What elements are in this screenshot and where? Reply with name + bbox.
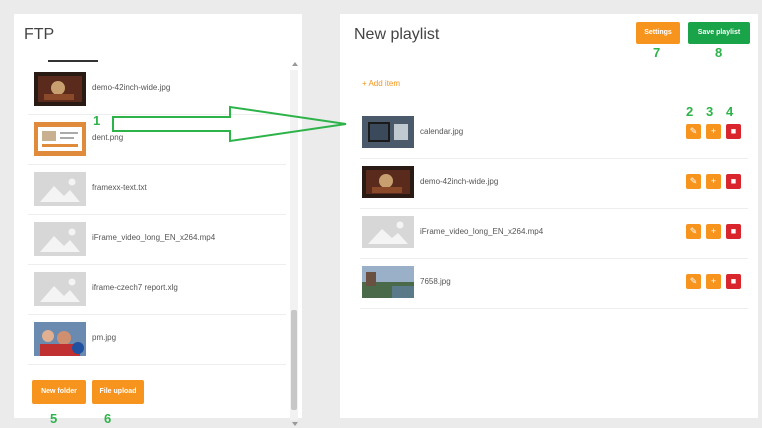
ftp-title: FTP	[24, 26, 55, 43]
ftp-file-item[interactable]: dent.png	[28, 114, 286, 165]
playlist-item-name: calendar.jpg	[420, 127, 464, 136]
playlist-item-thumbnail	[362, 266, 414, 298]
callout-8: 8	[715, 45, 723, 60]
ftp-file-item[interactable]: demo-42inch-wide.jpg	[28, 64, 286, 115]
file-name: framexx-text.txt	[92, 183, 147, 192]
file-placeholder-icon	[34, 172, 86, 206]
playlist-item-name: iFrame_video_long_EN_x264.mp4	[420, 227, 544, 236]
callout-1: 1	[93, 113, 101, 128]
ftp-file-item[interactable]: pm.jpg	[28, 314, 286, 365]
callout-5: 5	[50, 411, 58, 426]
plus-icon[interactable]: +	[706, 124, 721, 139]
ftp-file-item[interactable]: iframe-czech7 report.xlg	[28, 264, 286, 315]
trash-icon[interactable]: ■	[726, 124, 741, 139]
scrollbar-thumb[interactable]	[291, 310, 297, 410]
ftp-panel: FTP demo-42inch-wide.jpg dent.png framex…	[14, 14, 302, 426]
ftp-file-list: demo-42inch-wide.jpg dent.png framexx-te…	[28, 60, 286, 410]
playlist-item[interactable]: iFrame_video_long_EN_x264.mp4 ✎ + ■	[360, 208, 748, 259]
file-name: iFrame_video_long_EN_x264.mp4	[92, 233, 216, 242]
settings-button[interactable]: Settings	[636, 22, 680, 44]
file-upload-button[interactable]: File upload	[92, 380, 144, 404]
new-folder-button[interactable]: New folder	[32, 380, 86, 404]
playlist-item[interactable]: demo-42inch-wide.jpg ✎ + ■	[360, 158, 748, 209]
plus-icon[interactable]: +	[706, 224, 721, 239]
callout-6: 6	[104, 411, 112, 426]
scroll-down-arrow[interactable]	[292, 422, 298, 426]
edit-pencil-icon[interactable]: ✎	[686, 174, 701, 189]
file-thumbnail	[34, 72, 86, 106]
edit-pencil-icon[interactable]: ✎	[686, 124, 701, 139]
playlist-item[interactable]: 7658.jpg ✎ + ■	[360, 258, 748, 309]
plus-icon[interactable]: +	[706, 174, 721, 189]
playlist-panel: New playlist Settings Save playlist 7 8 …	[340, 14, 758, 418]
file-name: iframe-czech7 report.xlg	[92, 283, 178, 292]
trash-icon[interactable]: ■	[726, 174, 741, 189]
callout-7: 7	[653, 45, 661, 60]
playlist-item[interactable]: calendar.jpg ✎ + ■	[360, 108, 748, 159]
playlist-item-thumbnail	[362, 116, 414, 148]
ftp-file-item[interactable]: iFrame_video_long_EN_x264.mp4	[28, 214, 286, 265]
playlist-item-name: 7658.jpg	[420, 277, 451, 286]
trash-icon[interactable]: ■	[726, 274, 741, 289]
add-item-link[interactable]: + Add item	[362, 79, 400, 88]
edit-pencil-icon[interactable]: ✎	[686, 274, 701, 289]
playlist-item-name: demo-42inch-wide.jpg	[420, 177, 499, 186]
file-placeholder-icon	[34, 222, 86, 256]
file-name: demo-42inch-wide.jpg	[92, 83, 171, 92]
ftp-file-item[interactable]: framexx-text.txt	[28, 164, 286, 215]
trash-icon[interactable]: ■	[726, 224, 741, 239]
file-placeholder-icon	[34, 272, 86, 306]
file-name: dent.png	[92, 133, 124, 142]
playlist-item-thumbnail	[362, 166, 414, 198]
playlist-item-placeholder-icon	[362, 216, 414, 248]
ftp-scrollbar[interactable]	[290, 70, 298, 420]
scroll-up-arrow[interactable]	[292, 62, 298, 66]
plus-icon[interactable]: +	[706, 274, 721, 289]
edit-pencil-icon[interactable]: ✎	[686, 224, 701, 239]
file-thumbnail	[34, 122, 86, 156]
save-playlist-button[interactable]: Save playlist	[688, 22, 750, 44]
playlist-title: New playlist	[354, 26, 440, 43]
file-thumbnail	[34, 322, 86, 356]
file-name: pm.jpg	[92, 333, 117, 342]
previous-file-thumbnail-edge	[48, 60, 98, 62]
